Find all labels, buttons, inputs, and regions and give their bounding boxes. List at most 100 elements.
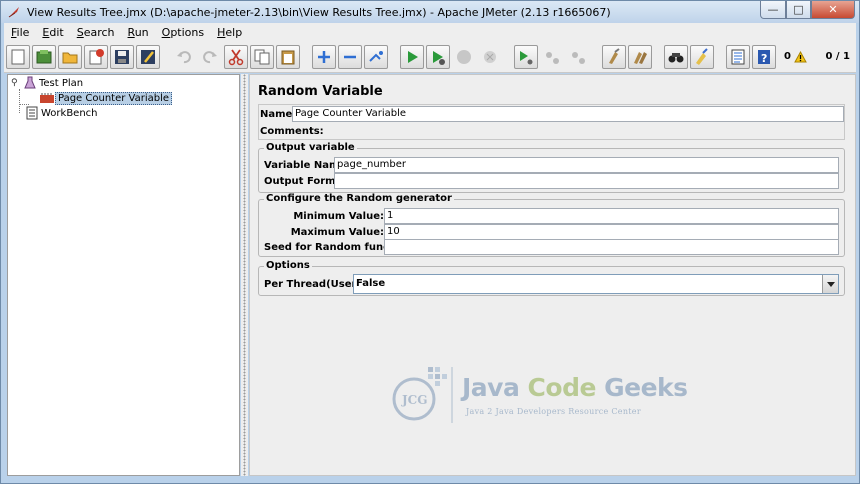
open-button[interactable] [58, 44, 82, 69]
comments-input[interactable] [316, 123, 844, 139]
seed-label: Seed for Random function: [264, 241, 416, 253]
menu-bar: File Edit Search Run Options Help [4, 23, 856, 41]
redo-icon [203, 50, 217, 63]
close-file-icon [89, 48, 104, 64]
svg-text:JCG: JCG [401, 393, 427, 407]
panel-title: Random Variable [258, 84, 383, 99]
minimum-value-row: Minimum Value: 1 [264, 208, 839, 224]
minimum-value-label: Minimum Value: [293, 210, 384, 222]
maximum-value-input[interactable]: 10 [384, 224, 839, 240]
seed-row: Seed for Random function: [264, 239, 839, 255]
close-button[interactable]: ✕ [811, 1, 855, 19]
random-generator-legend: Configure the Random generator [264, 193, 454, 204]
reset-search-icon [696, 47, 708, 65]
error-count-value: 0 [784, 51, 791, 62]
templates-button[interactable] [32, 44, 56, 69]
search-button[interactable] [664, 44, 688, 69]
cut-button[interactable] [224, 44, 248, 69]
start-button[interactable] [400, 44, 424, 69]
expand-icon [318, 50, 330, 63]
help-button[interactable]: ? [752, 44, 776, 69]
remote-stop-button[interactable] [540, 45, 564, 69]
tree-item-test-plan[interactable]: ⚲ Test Plan [11, 75, 85, 91]
menu-edit[interactable]: Edit [35, 26, 69, 39]
error-count[interactable]: 0 [784, 50, 807, 63]
clear-icon [609, 47, 620, 64]
undo-button[interactable] [172, 45, 196, 69]
toolbar: ? 0 0 / 1 [4, 41, 856, 73]
variable-name-row: Variable Name: page_number [264, 157, 839, 173]
thread-ratio: 0 / 1 [825, 51, 850, 62]
save-as-button[interactable] [136, 44, 160, 69]
maximum-value-row: Maximum Value: 10 [264, 224, 839, 240]
menu-file[interactable]: File [4, 26, 35, 39]
per-thread-value: False [356, 278, 386, 289]
copy-icon [254, 49, 270, 64]
window-title: View Results Tree.jmx (D:\apache-jmeter-… [27, 5, 611, 19]
watermark-text: Java Code Geeks [462, 373, 688, 402]
tree-item-workbench[interactable]: WorkBench [25, 105, 100, 121]
name-input[interactable]: Page Counter Variable [292, 106, 844, 122]
shutdown-button[interactable] [478, 45, 502, 69]
tree-item-page-counter-variable[interactable]: Page Counter Variable [39, 90, 173, 106]
templates-icon [36, 49, 52, 63]
menu-search[interactable]: Search [70, 26, 121, 39]
toggle-icon [369, 50, 383, 62]
new-button[interactable] [6, 44, 30, 69]
variable-name-label: Variable Name: [264, 159, 351, 171]
minimize-button[interactable]: — [760, 1, 786, 19]
comments-label: Comments: [260, 125, 324, 137]
remote-shutdown-button[interactable] [566, 45, 590, 69]
reset-search-button[interactable] [690, 44, 714, 69]
new-icon [11, 49, 25, 64]
maximize-button[interactable]: □ [786, 1, 811, 19]
close-file-button[interactable] [84, 44, 108, 69]
paste-icon [281, 50, 295, 64]
stop-button[interactable] [452, 45, 476, 69]
function-helper-button[interactable] [726, 44, 750, 69]
minimum-value-input[interactable]: 1 [384, 208, 839, 224]
copy-button[interactable] [250, 44, 274, 69]
menu-help[interactable]: Help [210, 26, 248, 39]
collapse-all-button[interactable] [338, 44, 362, 69]
start-no-pause-icon [433, 50, 445, 65]
name-label: Name: [260, 108, 297, 120]
save-button[interactable] [110, 44, 134, 69]
output-format-input[interactable] [334, 173, 839, 189]
undo-icon [177, 50, 191, 63]
seed-input[interactable] [384, 239, 839, 255]
menu-options[interactable]: Options [155, 26, 210, 39]
variable-name-input[interactable]: page_number [334, 157, 839, 173]
options-legend: Options [264, 260, 312, 271]
expand-all-button[interactable] [312, 44, 336, 69]
start-no-pause-button[interactable] [426, 44, 450, 69]
output-format-label: Output Format: [264, 175, 352, 187]
per-thread-select[interactable]: False [353, 274, 839, 294]
remote-stop-icon [546, 51, 559, 64]
stop-icon [457, 49, 471, 64]
cut-icon [228, 48, 244, 65]
paste-button[interactable] [276, 44, 300, 69]
chevron-down-icon [826, 281, 835, 287]
start-icon [408, 50, 418, 63]
tree-label-workbench: WorkBench [41, 107, 98, 119]
redo-button[interactable] [198, 45, 222, 69]
window-controls: — □ ✕ [760, 1, 855, 19]
config-element-icon [40, 93, 54, 103]
toggle-button[interactable] [364, 44, 388, 69]
split-pane-divider[interactable] [241, 74, 248, 476]
name-row: Name: Page Counter Variable [260, 106, 844, 122]
dropdown-button[interactable] [822, 275, 838, 293]
comments-row: Comments: [260, 123, 844, 139]
remote-start-icon [520, 50, 533, 64]
output-format-row: Output Format: [264, 173, 839, 189]
remote-start-button[interactable] [514, 44, 538, 69]
tree-expand-toggle[interactable]: ⚲ [11, 78, 23, 88]
save-icon [115, 49, 129, 64]
title-bar: View Results Tree.jmx (D:\apache-jmeter-… [1, 1, 859, 23]
clear-all-button[interactable] [628, 44, 652, 69]
jmeter-window: View Results Tree.jmx (D:\apache-jmeter-… [0, 0, 860, 484]
svg-text:?: ? [761, 52, 767, 65]
clear-button[interactable] [602, 44, 626, 69]
menu-run[interactable]: Run [121, 26, 155, 39]
